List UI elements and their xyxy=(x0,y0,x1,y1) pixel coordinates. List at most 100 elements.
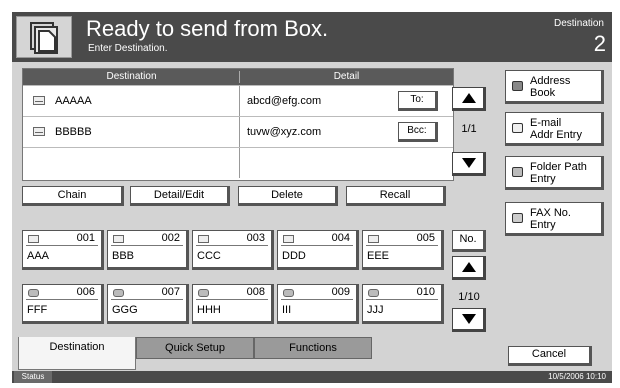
group-icon xyxy=(198,289,209,297)
one-touch-key[interactable]: 001 AAA xyxy=(22,230,104,270)
folder-path-entry-button[interactable]: Folder Path Entry xyxy=(505,156,604,190)
one-touch-name: BBB xyxy=(112,250,135,262)
send-screen: Ready to send from Box. Enter Destinatio… xyxy=(12,12,612,383)
one-touch-key[interactable]: 002 BBB xyxy=(107,230,189,270)
one-touch-key[interactable]: 008 HHH xyxy=(192,284,274,324)
down-arrow-icon xyxy=(462,158,476,168)
list-scroll-up-button[interactable] xyxy=(452,87,486,111)
one-touch-name: III xyxy=(282,304,292,316)
down-arrow-icon xyxy=(462,314,476,324)
cancel-button[interactable]: Cancel xyxy=(508,346,592,366)
destination-row[interactable]: AAAAA abcd@efg.com To: xyxy=(23,85,453,116)
email-entry-label-line2: Addr Entry xyxy=(530,129,582,141)
delete-button[interactable]: Delete xyxy=(238,186,338,206)
one-touch-number: 009 xyxy=(331,286,350,298)
key-divider xyxy=(26,245,98,246)
one-touch-key[interactable]: 010 JJJ xyxy=(362,284,444,324)
row-divider xyxy=(239,148,240,178)
email-entry-button[interactable]: E-mail Addr Entry xyxy=(505,112,604,146)
tab-functions[interactable]: Functions xyxy=(254,337,372,359)
one-touch-key[interactable]: 003 CCC xyxy=(192,230,274,270)
recipient-type-button[interactable]: Bcc: xyxy=(398,122,438,142)
tab-destination[interactable]: Destination xyxy=(18,337,136,370)
fax-number-entry-button[interactable]: FAX No. Entry xyxy=(505,202,604,236)
one-touch-page-indicator: 1/10 xyxy=(458,291,480,303)
one-touch-number: 001 xyxy=(76,232,95,244)
status-button[interactable]: Status xyxy=(14,371,52,383)
folder-path-label-line1: Folder Path xyxy=(530,161,587,173)
destination-address: tuvw@xyz.com xyxy=(247,126,322,138)
one-touch-name: CCC xyxy=(197,250,221,262)
key-divider xyxy=(281,299,353,300)
fax-icon xyxy=(512,213,523,223)
address-book-label: Address Book xyxy=(530,75,570,99)
up-arrow-icon xyxy=(462,93,476,103)
row-divider xyxy=(239,117,240,147)
date-time: 10/5/2006 10:10 xyxy=(548,372,606,381)
email-entry-label: E-mail Addr Entry xyxy=(530,117,582,141)
fax-number-label-line1: FAX No. xyxy=(530,207,571,219)
recall-button[interactable]: Recall xyxy=(346,186,446,206)
one-touch-up-button[interactable] xyxy=(452,256,486,280)
one-touch-name: AAA xyxy=(27,250,50,262)
destination-name: AAAAA xyxy=(55,95,92,107)
one-touch-number: 007 xyxy=(161,286,180,298)
tab-quick-setup[interactable]: Quick Setup xyxy=(136,337,254,359)
list-scroll-down-button[interactable] xyxy=(452,152,486,176)
destination-name: BBBBB xyxy=(55,126,92,138)
chain-button[interactable]: Chain xyxy=(22,186,124,206)
destination-list-header: Destination Detail xyxy=(23,69,453,85)
column-destination: Destination xyxy=(106,71,157,82)
destination-row-empty xyxy=(23,147,453,178)
list-page-indicator: 1/1 xyxy=(461,123,477,135)
column-detail: Detail xyxy=(333,71,360,82)
address-book-icon xyxy=(512,81,523,91)
email-icon xyxy=(512,123,523,133)
email-icon xyxy=(113,235,124,243)
address-book-label-line2: Book xyxy=(530,87,556,99)
one-touch-number: 005 xyxy=(416,232,435,244)
destination-list: Destination Detail AAAAA abcd@efg.com To… xyxy=(22,68,454,181)
destination-row[interactable]: BBBBB tuvw@xyz.com Bcc: xyxy=(23,116,453,147)
number-search-button[interactable]: No. xyxy=(452,230,486,252)
key-divider xyxy=(366,299,438,300)
one-touch-number: 010 xyxy=(416,286,435,298)
key-divider xyxy=(26,299,98,300)
key-divider xyxy=(111,299,183,300)
email-icon xyxy=(368,235,379,243)
folder-path-label: Folder Path Entry xyxy=(530,161,587,185)
page-subtitle: Enter Destination. xyxy=(88,43,168,54)
folder-icon xyxy=(512,167,523,177)
one-touch-down-button[interactable] xyxy=(452,308,486,332)
destination-count: 2 xyxy=(593,31,606,56)
group-icon xyxy=(28,289,39,297)
email-icon xyxy=(33,96,45,105)
email-icon xyxy=(283,235,294,243)
one-touch-key[interactable]: 007 GGG xyxy=(107,284,189,324)
one-touch-key[interactable]: 006 FFF xyxy=(22,284,104,324)
one-touch-key[interactable]: 004 DDD xyxy=(277,230,359,270)
one-touch-key[interactable]: 005 EEE xyxy=(362,230,444,270)
address-book-button[interactable]: Address Book xyxy=(505,70,604,104)
key-divider xyxy=(196,245,268,246)
send-box-icon xyxy=(16,16,72,58)
fax-number-label: FAX No. Entry xyxy=(530,207,571,231)
email-icon xyxy=(198,235,209,243)
fax-number-label-line2: Entry xyxy=(530,219,556,231)
one-touch-key[interactable]: 009 III xyxy=(277,284,359,324)
folder-path-label-line2: Entry xyxy=(530,173,556,185)
detail-edit-button[interactable]: Detail/Edit xyxy=(130,186,230,206)
one-touch-name: HHH xyxy=(197,304,221,316)
row-divider xyxy=(239,86,240,116)
recipient-type-button[interactable]: To: xyxy=(398,91,438,111)
one-touch-name: EEE xyxy=(367,250,390,262)
one-touch-number: 004 xyxy=(331,232,350,244)
one-touch-name: GGG xyxy=(112,304,138,316)
key-divider xyxy=(281,245,353,246)
key-divider xyxy=(111,245,183,246)
one-touch-name: JJJ xyxy=(367,304,384,316)
header-bar: Ready to send from Box. Enter Destinatio… xyxy=(12,12,612,62)
email-entry-label-line1: E-mail xyxy=(530,117,562,129)
group-icon xyxy=(368,289,379,297)
key-divider xyxy=(366,245,438,246)
